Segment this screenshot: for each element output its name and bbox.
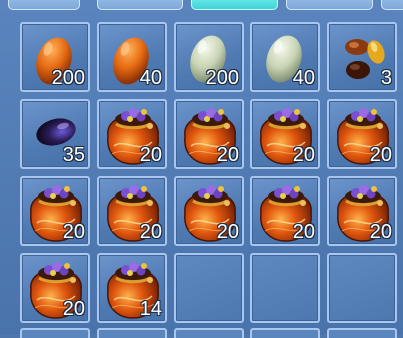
inventory-slot-treasure-pouch[interactable]: 14 [97,253,167,323]
inventory-slot-treasure-pouch[interactable]: 20 [20,253,90,323]
item-quantity: 40 [139,67,162,89]
inventory-slot-treasure-pouch[interactable]: 20 [174,176,244,246]
inventory-slot-partial[interactable] [327,328,397,338]
item-quantity: 14 [139,298,162,320]
inventory-slot-treasure-pouch[interactable]: 20 [174,99,244,169]
inventory-slot-pale-green-egg[interactable]: 40 [250,22,320,92]
item-quantity: 200 [51,67,85,89]
inventory-tab-3[interactable] [191,0,278,10]
item-quantity: 40 [292,67,315,89]
item-quantity: 35 [62,144,85,166]
inventory-slot-treasure-pouch[interactable]: 20 [97,99,167,169]
item-quantity: 200 [205,67,239,89]
inventory-slot-treasure-pouch[interactable]: 20 [327,99,397,169]
item-quantity: 20 [292,144,315,166]
inventory-slot-gem-stones[interactable]: 3 [327,22,397,92]
inventory-slot-empty[interactable] [174,253,244,323]
item-quantity: 20 [139,144,162,166]
inventory-slot-treasure-pouch[interactable]: 20 [97,176,167,246]
inventory-panel: 200 40 200 40 3 35 20 20 20 20 20 20 20 … [0,0,403,338]
inventory-tab-1[interactable] [8,0,80,10]
item-quantity: 20 [216,221,239,243]
inventory-slot-treasure-pouch[interactable]: 20 [20,176,90,246]
inventory-slot-partial[interactable] [97,328,167,338]
inventory-slot-orange-egg[interactable]: 200 [20,22,90,92]
item-quantity: 20 [369,221,392,243]
inventory-slot-treasure-pouch[interactable]: 20 [327,176,397,246]
inventory-slot-pale-green-egg[interactable]: 200 [174,22,244,92]
inventory-tab-5[interactable] [381,0,403,10]
item-quantity: 20 [369,144,392,166]
inventory-tab-2[interactable] [97,0,183,10]
inventory-slot-empty[interactable] [250,253,320,323]
inventory-slot-partial[interactable] [20,328,90,338]
inventory-slot-partial[interactable] [174,328,244,338]
item-quantity: 20 [139,221,162,243]
inventory-tab-4[interactable] [286,0,373,10]
item-quantity: 20 [292,221,315,243]
inventory-slot-empty[interactable] [327,253,397,323]
inventory-slot-dark-purple-egg[interactable]: 35 [20,99,90,169]
item-quantity: 20 [62,221,85,243]
inventory-slot-treasure-pouch[interactable]: 20 [250,99,320,169]
inventory-slot-orange-egg[interactable]: 40 [97,22,167,92]
inventory-slot-partial[interactable] [250,328,320,338]
inventory-slot-treasure-pouch[interactable]: 20 [250,176,320,246]
item-quantity: 3 [380,67,392,89]
item-quantity: 20 [62,298,85,320]
item-quantity: 20 [216,144,239,166]
